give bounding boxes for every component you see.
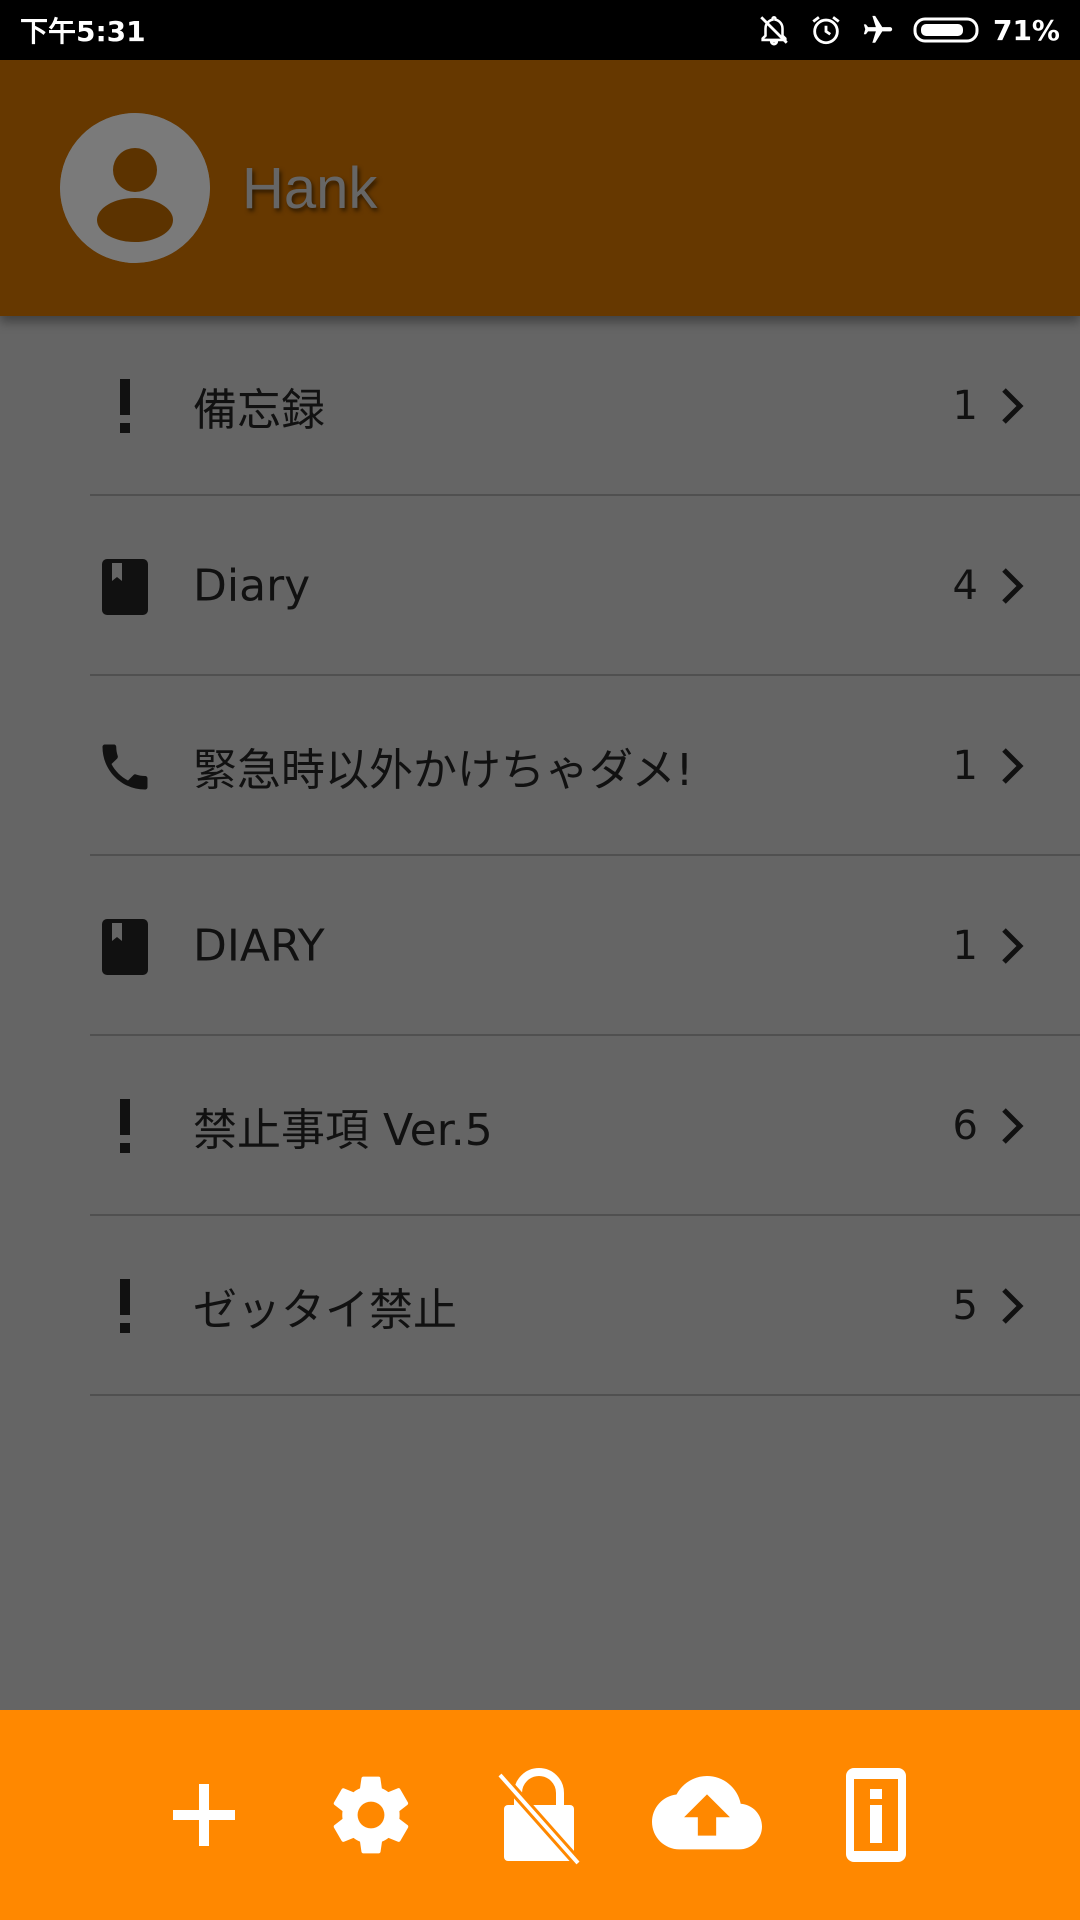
list-item-count: 4 xyxy=(952,563,978,609)
book-icon xyxy=(92,554,158,620)
alarm-icon xyxy=(809,13,843,47)
unlock-button[interactable] xyxy=(484,1760,594,1870)
list-item[interactable]: Diary 4 xyxy=(0,496,1080,676)
person-icon xyxy=(60,113,210,263)
status-time: 下午5:31 xyxy=(20,15,146,48)
status-icons: 71% xyxy=(757,13,1060,47)
exclamation-icon xyxy=(92,1094,158,1160)
list-item-label: ゼッタイ禁止 xyxy=(193,1285,457,1336)
phone-icon xyxy=(92,734,158,800)
username: Hank xyxy=(242,155,378,221)
list-item-count: 1 xyxy=(952,383,978,429)
chevron-right-icon xyxy=(1002,568,1024,604)
list-item-label: DIARY xyxy=(193,920,325,972)
list-item-label: 備忘録 xyxy=(193,385,325,436)
bell-off-icon xyxy=(757,13,791,47)
cloud-upload-icon xyxy=(652,1776,762,1850)
chevron-right-icon xyxy=(1002,748,1024,784)
list-item-label: Diary xyxy=(193,560,311,612)
device-info-button[interactable] xyxy=(821,1760,931,1870)
chevron-right-icon xyxy=(1002,1108,1024,1144)
settings-button[interactable] xyxy=(316,1760,426,1870)
exclamation-icon xyxy=(92,1274,158,1340)
battery-indicator: 71% xyxy=(913,14,1060,47)
unlock-icon xyxy=(496,1768,582,1865)
chevron-right-icon xyxy=(1002,388,1024,424)
exclamation-icon xyxy=(92,374,158,440)
list-item-label: 緊急時以外かけちゃダメ! xyxy=(193,745,694,796)
settings-icon xyxy=(333,1776,409,1854)
list-item-count: 1 xyxy=(952,743,978,789)
status-bar: 下午5:31 71% xyxy=(0,0,1080,60)
list-item[interactable]: DIARY 1 xyxy=(0,856,1080,1036)
add-icon xyxy=(173,1784,235,1846)
list-item[interactable]: ゼッタイ禁止 5 xyxy=(0,1216,1080,1396)
list-item[interactable]: 備忘録 1 xyxy=(0,316,1080,496)
cloud-upload-button[interactable] xyxy=(652,1760,762,1870)
add-button[interactable] xyxy=(149,1760,259,1870)
list-item-count: 1 xyxy=(952,923,978,969)
chevron-right-icon xyxy=(1002,928,1024,964)
profile-header: Hank xyxy=(0,60,1080,316)
airplane-icon xyxy=(861,13,895,47)
info-icon xyxy=(846,1768,906,1862)
list-item-count: 5 xyxy=(952,1283,978,1329)
chevron-right-icon xyxy=(1002,1288,1024,1324)
book-icon xyxy=(92,914,158,980)
battery-icon xyxy=(913,15,983,45)
battery-percent: 71% xyxy=(992,13,1060,47)
list-item[interactable]: 緊急時以外かけちゃダメ! 1 xyxy=(0,676,1080,856)
list-item-label: 禁止事項 Ver.5 xyxy=(193,1105,493,1156)
bottom-action-bar xyxy=(0,1710,1080,1920)
notebook-list: 備忘録 1 Diary 4 緊急時以外かけちゃダメ! 1 DIARY 1 禁止事… xyxy=(0,316,1080,1396)
list-item[interactable]: 禁止事項 Ver.5 6 xyxy=(0,1036,1080,1216)
avatar[interactable] xyxy=(60,113,210,263)
list-item-count: 6 xyxy=(952,1103,978,1149)
